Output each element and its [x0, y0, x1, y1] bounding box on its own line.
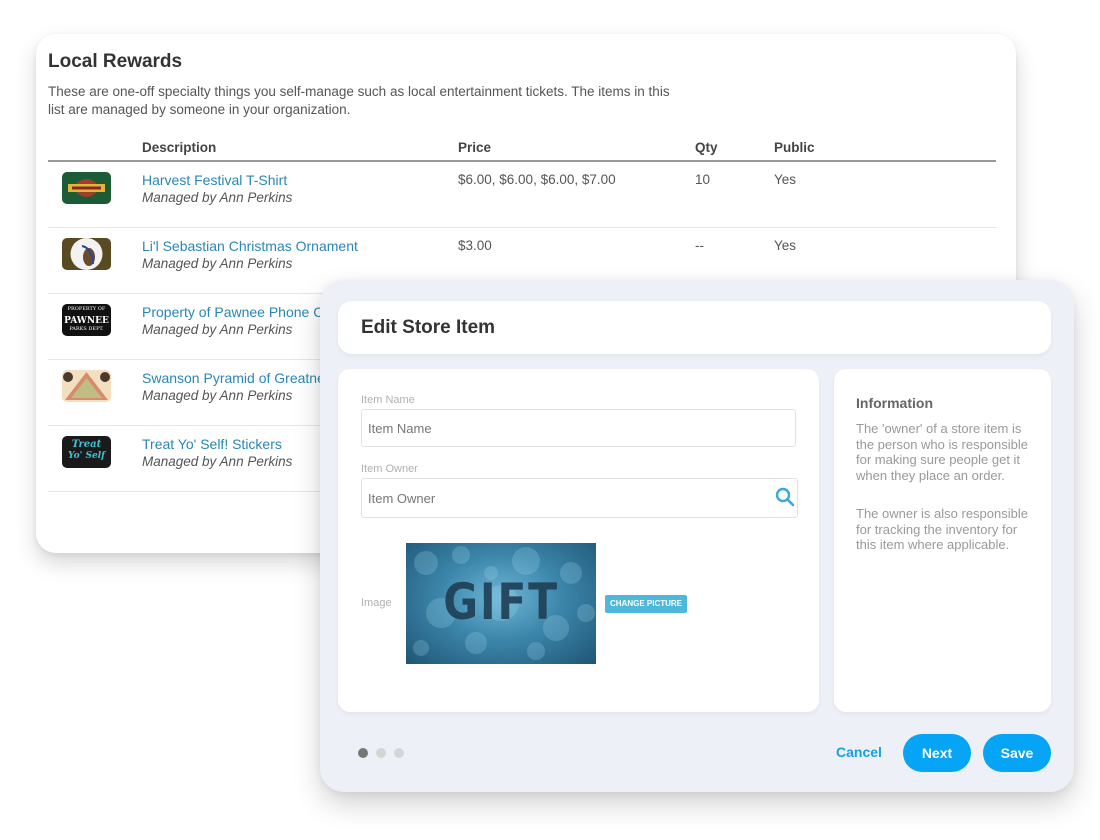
- item-name-link[interactable]: Harvest Festival T-Shirt: [142, 172, 287, 188]
- item-owner: Managed by Ann Perkins: [142, 454, 293, 469]
- table-header: Description Price Qty Public: [48, 136, 996, 162]
- edit-store-item-modal: Edit Store Item Item Name Item Owner Ima…: [320, 280, 1074, 792]
- pawnee-parks-thumbnail: PROPERTY OF PAWNEE PARKS DEPT.: [62, 304, 111, 336]
- item-owner: Managed by Ann Perkins: [142, 388, 293, 403]
- column-header-price[interactable]: Price: [458, 140, 491, 155]
- step-indicator: [358, 748, 404, 758]
- rewards-description: These are one-off specialty things you s…: [48, 84, 670, 117]
- modal-title: Edit Store Item: [361, 317, 496, 338]
- save-button[interactable]: Save: [983, 734, 1051, 772]
- item-name-link[interactable]: Property of Pawnee Phone Ca: [142, 304, 331, 320]
- search-icon[interactable]: [775, 487, 795, 507]
- thumb-text: Treat: [71, 439, 102, 450]
- item-price: $3.00: [458, 238, 492, 253]
- next-button[interactable]: Next: [903, 734, 971, 772]
- step-dot-3[interactable]: [394, 748, 404, 758]
- column-header-description[interactable]: Description: [142, 140, 216, 155]
- information-title: Information: [856, 395, 933, 411]
- item-name-input[interactable]: [361, 409, 796, 447]
- image-label: Image: [361, 597, 392, 609]
- information-paragraph: The 'owner' of a store item is the perso…: [856, 421, 1028, 483]
- item-owner: Managed by Ann Perkins: [142, 322, 293, 337]
- item-qty: --: [695, 238, 704, 253]
- step-dot-2[interactable]: [376, 748, 386, 758]
- thumb-text: PAWNEE: [64, 316, 109, 326]
- item-name-label: Item Name: [361, 394, 415, 406]
- thumb-text: PROPERTY OF: [67, 306, 106, 312]
- item-public: Yes: [774, 172, 797, 187]
- table-row[interactable]: Harvest Festival T-Shirt Managed by Ann …: [48, 162, 996, 228]
- modal-header: Edit Store Item: [338, 301, 1051, 354]
- column-header-public[interactable]: Public: [774, 140, 815, 155]
- item-name-link[interactable]: Li'l Sebastian Christmas Ornament: [142, 238, 358, 254]
- gift-text: GIFT: [443, 573, 559, 631]
- item-owner: Managed by Ann Perkins: [142, 190, 293, 205]
- treat-yo-self-thumbnail: Treat Yo' Self: [62, 436, 111, 468]
- item-price: $6.00, $6.00, $6.00, $7.00: [458, 172, 616, 187]
- swanson-pyramid-thumbnail: [62, 370, 111, 402]
- information-panel: Information The 'owner' of a store item …: [834, 369, 1051, 712]
- item-name-link[interactable]: Treat Yo' Self! Stickers: [142, 436, 282, 452]
- thumb-text: Yo' Self: [67, 451, 106, 461]
- item-owner: Managed by Ann Perkins: [142, 256, 293, 271]
- form-panel: Item Name Item Owner Image GIFT CHANGE P…: [338, 369, 819, 712]
- cancel-button[interactable]: Cancel: [836, 744, 882, 760]
- lil-sebastian-thumbnail: [62, 238, 111, 270]
- change-picture-button[interactable]: CHANGE PICTURE: [605, 595, 688, 613]
- item-image: GIFT: [406, 543, 596, 664]
- harvest-festival-thumbnail: [62, 172, 111, 204]
- page-title: Local Rewards: [48, 51, 183, 72]
- item-owner-input[interactable]: [361, 478, 798, 518]
- column-header-qty[interactable]: Qty: [695, 140, 718, 155]
- step-dot-1[interactable]: [358, 748, 368, 758]
- item-public: Yes: [774, 238, 797, 253]
- item-owner-label: Item Owner: [361, 463, 418, 475]
- thumb-text: PARKS DEPT.: [69, 326, 104, 332]
- information-paragraph: The owner is also responsible for tracki…: [856, 506, 1028, 552]
- item-qty: 10: [695, 172, 711, 187]
- item-name-link[interactable]: Swanson Pyramid of Greatne: [142, 370, 325, 386]
